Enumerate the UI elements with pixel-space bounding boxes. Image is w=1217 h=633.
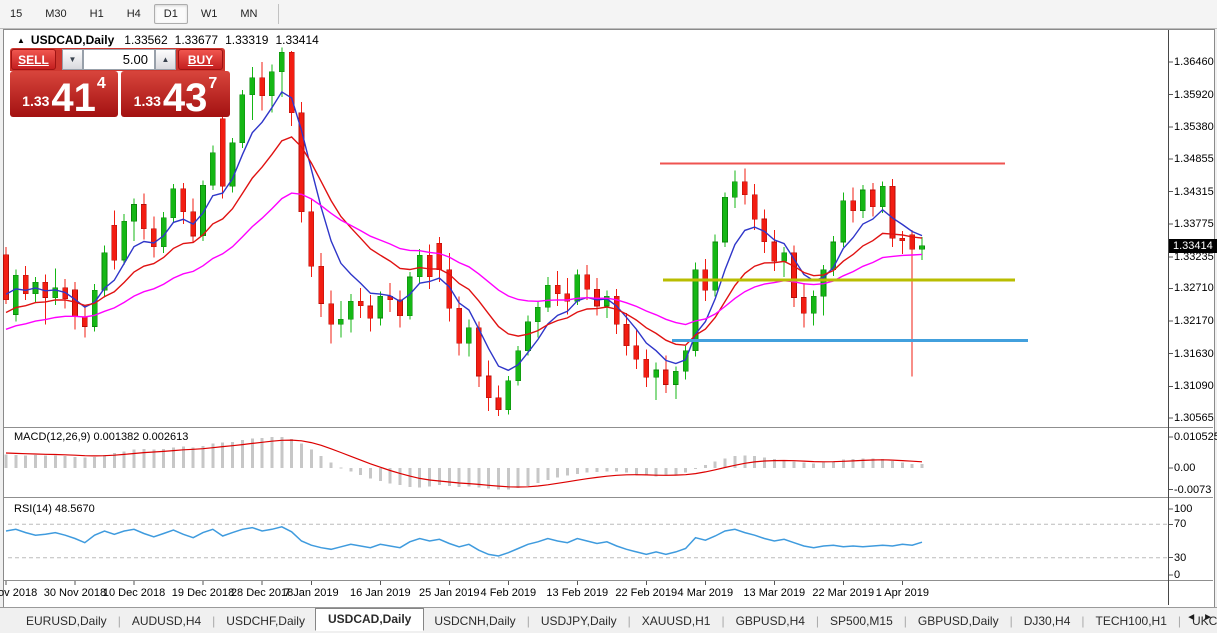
price-axis-tick: 1.35380 [1174,121,1214,133]
tab-gbpusd-h4[interactable]: GBPUSD,H4 [726,610,815,632]
price-axis-tick: 1.31630 [1174,348,1214,360]
toolbar-separator [278,4,279,24]
date-axis-label: 7 Jan 2019 [284,587,338,599]
buy-button[interactable]: BUY [178,49,223,70]
macd-name: MACD(12,26,9) [14,431,90,443]
tab-usdcad-daily[interactable]: USDCAD,Daily [315,608,424,631]
date-axis-label: 4 Mar 2019 [678,587,734,599]
date-axis-label: 10 Dec 2018 [103,587,165,599]
timeframe-button-15[interactable]: 15 [0,4,32,24]
macd-axis-tick: 0.00 [1174,462,1195,474]
tab-tech100-h1[interactable]: TECH100,H1 [1086,610,1177,632]
ask-price-prefix: 1.33 [134,93,161,109]
current-price-tag: 1.33414 [1169,239,1217,253]
date-axis-label: 19 Dec 2018 [172,587,234,599]
bid-price-panel[interactable]: 1.33414 [10,71,118,117]
price-axis-tick: 1.32710 [1174,282,1214,294]
tab-eurusd-daily[interactable]: EURUSD,Daily [16,610,117,632]
date-axis-label: 21 Nov 2018 [0,587,37,599]
rsi-axis-tick: 30 [1174,552,1186,564]
tab-scroll-left-icon[interactable]: ◄ [1186,612,1196,623]
rsi-axis-tick: 0 [1174,569,1180,581]
rsi-axis-tick: 70 [1174,518,1186,530]
timeframe-toolbar: 15M30H1H4D1W1MN [0,0,1217,29]
price-axis-border [1168,30,1169,605]
macd-indicator-label: MACD(12,26,9) 0.001382 0.002613 [14,431,188,443]
timeframe-button-h4[interactable]: H4 [117,4,151,24]
rsi-pane-separator[interactable] [4,497,1213,498]
date-axis-label: 4 Feb 2019 [481,587,537,599]
price-axis-tick: 1.33775 [1174,218,1214,230]
bid-price-pip: 4 [97,75,106,93]
chart-symbol-label: USDCAD,Daily [31,33,114,47]
date-axis-label: 22 Feb 2019 [615,587,677,599]
bid-price-prefix: 1.33 [22,93,49,109]
tab-scroll-arrows: ◄ ► [1186,612,1213,623]
symbol-tab-bar: EURUSD,Daily|AUDUSD,H4|USDCHF,DailyUSDCA… [0,607,1217,633]
macd-value-signal: 0.002613 [142,431,188,443]
timeframe-button-w1[interactable]: W1 [191,4,228,24]
rsi-axis-tick: 100 [1174,503,1192,515]
timeframe-button-m30[interactable]: M30 [35,4,76,24]
price-axis-tick: 1.34855 [1174,153,1214,165]
date-axis-label: 25 Jan 2019 [419,587,480,599]
tab-usdcnh-daily[interactable]: USDCNH,Daily [424,610,525,632]
chevron-down-icon: ▼ [69,55,77,64]
tab-usdjpy-daily[interactable]: USDJPY,Daily [531,610,627,632]
price-axis-tick: 1.31090 [1174,380,1214,392]
timeframe-button-h1[interactable]: H1 [80,4,114,24]
date-axis-label: 30 Nov 2018 [44,587,106,599]
volume-input[interactable]: 5.00 [83,49,155,70]
ask-price-panel[interactable]: 1.33437 [121,71,230,117]
ask-price-pip: 7 [208,75,217,93]
price-axis-tick: 1.34315 [1174,186,1214,198]
date-axis-label: 22 Mar 2019 [812,587,874,599]
tab-sp500-m15[interactable]: SP500,M15 [820,610,903,632]
tab-scroll-right-icon[interactable]: ► [1203,612,1213,623]
volume-increase-button[interactable]: ▲ [155,49,176,70]
timeframe-buttons: 15M30H1H4D1W1MN [0,4,270,24]
date-axis-label: 16 Jan 2019 [350,587,411,599]
macd-value-main: 0.001382 [93,431,139,443]
sell-button[interactable]: SELL [11,49,56,70]
timeframe-button-d1[interactable]: D1 [154,4,188,24]
quote-high: 1.33677 [175,33,218,47]
quote-low: 1.33319 [225,33,268,47]
price-axis-tick: 1.36460 [1174,56,1214,68]
price-axis-tick: 1.30565 [1174,412,1214,424]
trading-platform-screen: 15M30H1H4D1W1MN ▲ USDCAD,Daily 1.33562 1.33… [0,0,1217,633]
tab-xauusd-h1[interactable]: XAUUSD,H1 [632,610,721,632]
date-axis-label: 1 Apr 2019 [876,587,929,599]
bid-price-big: 41 [51,82,96,114]
chart-title: ▲ USDCAD,Daily 1.33562 1.33677 1.33319 1.3341… [17,33,326,47]
macd-pane-separator[interactable] [4,427,1213,428]
price-axis-tick: 1.35920 [1174,89,1214,101]
ask-price-big: 43 [163,82,208,114]
collapse-panel-icon[interactable]: ▲ [17,36,25,45]
chevron-up-icon: ▲ [162,55,170,64]
date-axis-label: 13 Mar 2019 [743,587,805,599]
timeaxis-separator [4,580,1213,581]
tab-audusd-h4[interactable]: AUDUSD,H4 [122,610,211,632]
price-axis-tick: 1.32170 [1174,315,1214,327]
tab-dj30-h4[interactable]: DJ30,H4 [1014,610,1081,632]
tab-gbpusd-daily[interactable]: GBPUSD,Daily [908,610,1009,632]
rsi-indicator-label: RSI(14) 48.5670 [14,503,95,515]
macd-axis-tick: -0.0073 [1174,484,1211,496]
rsi-value: 48.5670 [55,503,95,515]
tab-usdchf-daily[interactable]: USDCHF,Daily [216,610,315,632]
volume-decrease-button[interactable]: ▼ [62,49,83,70]
macd-axis-tick: 0.010525 [1174,431,1217,443]
quote-open: 1.33562 [124,33,167,47]
timeframe-button-mn[interactable]: MN [230,4,267,24]
date-axis-label: 13 Feb 2019 [546,587,608,599]
quote-close: 1.33414 [275,33,318,47]
symbol-tabs: EURUSD,Daily|AUDUSD,H4|USDCHF,DailyUSDCA… [16,609,1217,632]
rsi-name: RSI(14) [14,503,52,515]
